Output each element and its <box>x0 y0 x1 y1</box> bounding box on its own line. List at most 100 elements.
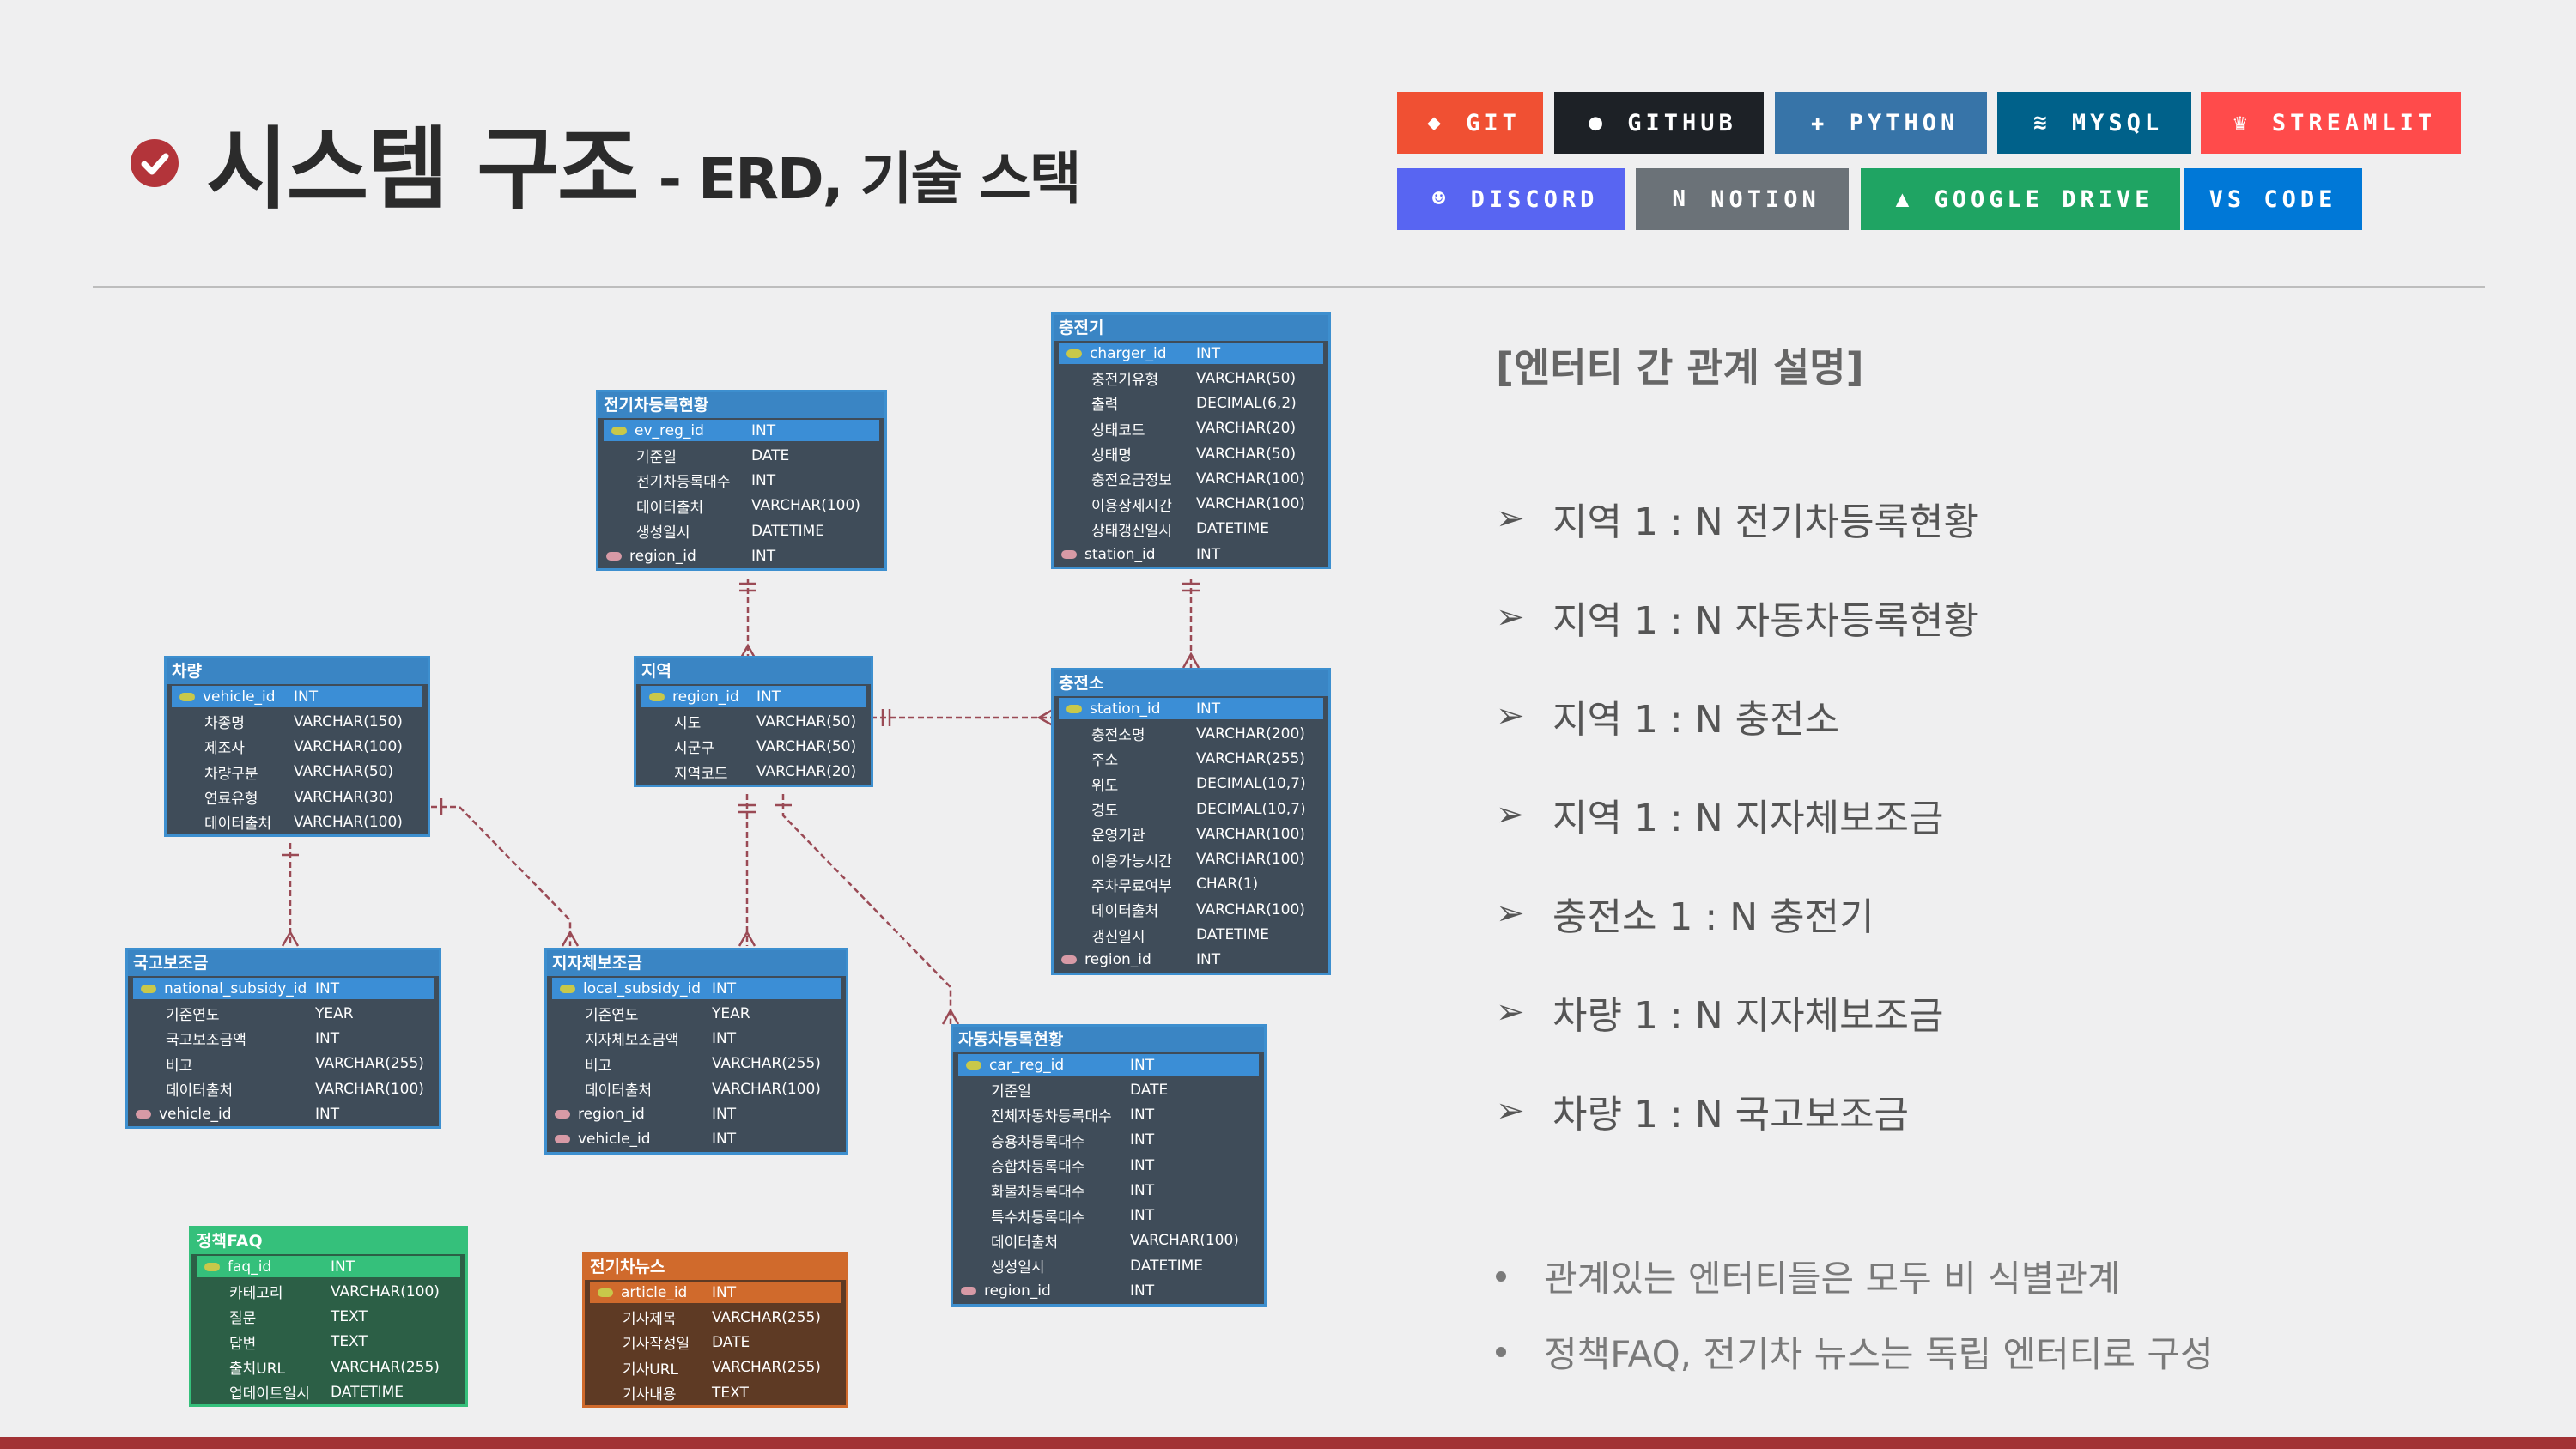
column-name: vehicle_id <box>203 688 276 706</box>
column-name: 답변 <box>229 1335 257 1353</box>
column-name: 업데이트일시 <box>229 1385 310 1404</box>
badge-notion: N NOTION <box>1636 168 1849 230</box>
relation-item: ➢ 지역 1 : N 지자체보조금 <box>1496 787 1944 842</box>
column-spacer <box>598 494 629 518</box>
column-type: INT <box>712 1029 737 1047</box>
note-text: 관계있는 엔터티들은 모두 비 식별관계 <box>1544 1258 2121 1300</box>
badge-git: ◆ GIT <box>1397 92 1543 154</box>
column-spacer <box>1054 441 1084 466</box>
column-spacer <box>953 1228 984 1253</box>
entity-column: region_id INT <box>547 1101 846 1126</box>
bullet-icon <box>1496 1346 1506 1357</box>
column-name: 기준일 <box>636 449 677 467</box>
entity-title: 충전기 <box>1054 315 1328 341</box>
entity-column: 승합차등록대수 INT <box>953 1153 1264 1178</box>
relation-text: 차량 1 : N 국고보조금 <box>1552 1093 1910 1137</box>
entity-column: national_subsidy_id INT <box>133 978 434 999</box>
entity-column: 승용차등록대수 INT <box>953 1128 1264 1153</box>
column-name: 데이터출처 <box>585 1082 653 1100</box>
entity-column: 답변 TEXT <box>191 1330 465 1355</box>
column-type: INT <box>1196 700 1221 718</box>
column-type: VARCHAR(50) <box>1196 445 1297 463</box>
column-spacer <box>953 1253 984 1278</box>
column-spacer <box>953 1128 984 1153</box>
entity-column: vehicle_id INT <box>128 1101 439 1126</box>
column-name: 이용상세시간 <box>1091 497 1172 515</box>
column-type: DECIMAL(10,7) <box>1196 800 1306 818</box>
column-name: 갱신일시 <box>1091 928 1145 946</box>
foreign-key-icon <box>128 1101 159 1126</box>
foreign-key-icon <box>1054 948 1084 973</box>
column-name: 운영기관 <box>1091 828 1145 846</box>
entity-column: 기사작성일 DATE <box>585 1330 846 1355</box>
column-type: DECIMAL(6,2) <box>1196 394 1297 412</box>
column-name: 충전요금정보 <box>1091 472 1172 490</box>
column-name: national_subsidy_id <box>164 979 307 997</box>
foreign-key-icon <box>953 1278 984 1303</box>
arrow-icon: ➢ <box>1496 597 1525 637</box>
column-name: 지자체보조금액 <box>585 1032 679 1050</box>
column-name: faq_id <box>228 1258 272 1276</box>
badge-discord: ☻ DISCORD <box>1397 168 1625 230</box>
column-type: INT <box>751 421 776 440</box>
entity-column: 출력 DECIMAL(6,2) <box>1054 391 1328 415</box>
column-type: VARCHAR(20) <box>756 763 857 781</box>
entity-column: 충전요금정보 VARCHAR(100) <box>1054 466 1328 491</box>
column-spacer <box>1054 721 1084 746</box>
column-name: 데이터출처 <box>991 1234 1059 1252</box>
entity-column: 이용상세시간 VARCHAR(100) <box>1054 491 1328 516</box>
column-type: DATETIME <box>1196 520 1270 538</box>
entity-column: 기준연도 YEAR <box>547 1001 846 1026</box>
column-name: 전체자동차등록대수 <box>991 1108 1112 1126</box>
column-type: VARCHAR(50) <box>756 737 857 755</box>
entity-column: region_id INT <box>598 543 884 568</box>
primary-key-icon <box>133 978 164 999</box>
github-icon: ● <box>1589 110 1603 136</box>
column-name: 기사URL <box>623 1361 679 1379</box>
column-spacer <box>585 1380 616 1405</box>
column-type: VARCHAR(150) <box>294 712 403 731</box>
column-type: INT <box>1130 1106 1155 1124</box>
column-type: INT <box>315 979 340 997</box>
entity-vehicle: 차량 vehicle_id INT 차종명 VARCHAR(150) 제조사 VARCHAR… <box>164 656 430 838</box>
column-type: INT <box>315 1029 340 1047</box>
column-type: INT <box>294 688 319 706</box>
entity-column: 데이터출처 VARCHAR(100) <box>167 809 428 834</box>
arrow-icon: ➢ <box>1496 696 1525 736</box>
arrow-icon: ➢ <box>1496 992 1525 1032</box>
primary-key-icon <box>1059 343 1090 364</box>
column-type: VARCHAR(255) <box>1196 749 1305 767</box>
entity-column: 생성일시 DATETIME <box>953 1253 1264 1278</box>
relation-item: ➢ 지역 1 : N 자동차등록현황 <box>1496 590 1978 645</box>
entity-column: 지자체보조금액 INT <box>547 1026 846 1051</box>
column-type: TEXT <box>331 1307 368 1325</box>
entity-column: 화물차등록대수 INT <box>953 1178 1264 1203</box>
relation-item: ➢ 지역 1 : N 전기차등록현황 <box>1496 491 1978 546</box>
column-name: 이용가능시간 <box>1091 852 1172 870</box>
column-type: VARCHAR(255) <box>315 1055 424 1073</box>
column-spacer <box>191 1330 222 1355</box>
entity-column: 차량구분 VARCHAR(50) <box>167 760 428 785</box>
column-spacer <box>1054 391 1084 415</box>
entity-column: 운영기관 VARCHAR(100) <box>1054 822 1328 846</box>
entity-title: 충전소 <box>1054 670 1328 696</box>
column-type: VARCHAR(100) <box>1196 900 1305 919</box>
entity-title: 국고보조금 <box>128 950 439 976</box>
column-type: INT <box>1130 1207 1155 1225</box>
relation-text: 지역 1 : N 충전소 <box>1552 698 1840 742</box>
entity-column: car_reg_id INT <box>958 1054 1259 1076</box>
column-spacer <box>585 1330 616 1355</box>
entity-ev-reg: 전기차등록현황 ev_reg_id INT 기준일 DATE 전기차등록대수 INT 데이터출… <box>596 390 887 572</box>
column-name: 출처URL <box>229 1361 286 1379</box>
column-type: DATE <box>1130 1081 1169 1099</box>
column-name: 충전기유형 <box>1091 372 1159 390</box>
column-name: charger_id <box>1090 344 1167 362</box>
column-type: VARCHAR(30) <box>294 788 394 806</box>
column-spacer <box>598 518 629 543</box>
column-name: 비고 <box>166 1057 193 1075</box>
entity-column: ev_reg_id INT <box>604 420 879 441</box>
column-type: VARCHAR(100) <box>751 497 860 515</box>
column-type: VARCHAR(255) <box>331 1358 440 1376</box>
entity-column: vehicle_id INT <box>547 1126 846 1151</box>
discord-icon: ☻ <box>1431 186 1446 212</box>
